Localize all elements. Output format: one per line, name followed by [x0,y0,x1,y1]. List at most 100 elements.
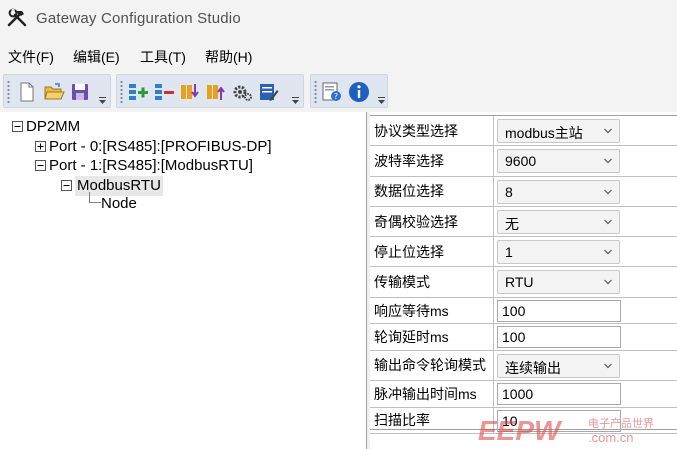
property-label: 停止位选择 [374,243,444,260]
pulse-time-input[interactable]: 1000 [497,383,621,406]
document-help-icon[interactable]: ? [320,80,344,104]
column-divider [493,206,494,237]
poll-delay-input[interactable]: 100 [497,326,621,349]
column-divider [493,267,494,297]
property-row-pulse-time: 脉冲输出时间ms 1000 [370,381,677,408]
toolbar-area: ? [0,72,677,112]
chevron-down-icon [604,363,612,369]
transmission-mode-select[interactable]: RTU [497,270,620,295]
toolstrip-grip[interactable] [120,80,123,104]
menu-edit[interactable]: 编辑(E) [73,47,120,67]
databits-select[interactable]: 8 [497,179,620,204]
property-label: 响应等待ms [374,302,449,319]
property-row-parity: 奇偶校验选择 无 [370,206,677,238]
tree-node-root[interactable]: DP2MM [26,117,80,137]
input-value: 100 [502,302,526,319]
property-grid: 协议类型选择 modbus主站 波特率选择 9600 数据位选择 8 奇偶校验选… [370,112,677,449]
select-value: 连续输出 [505,359,561,376]
tree-connector-line [89,192,101,203]
column-divider [493,237,494,267]
eepw-watermark-logo: EEPW 电子产品世界 .com.cn [478,415,654,446]
column-divider [493,146,494,176]
chevron-down-icon [604,128,612,134]
stopbits-select[interactable]: 1 [497,240,620,265]
collapse-toggle-icon[interactable] [35,160,46,171]
select-value: 无 [505,215,519,232]
select-value: 9600 [505,153,537,170]
device-tree: DP2MM Port - 0:[RS485]:[PROFIBUS-DP] Por… [0,112,366,449]
output-poll-mode-select[interactable]: 连续输出 [497,353,620,378]
property-label: 波特率选择 [374,152,444,169]
property-row-response-wait: 响应等待ms 100 [370,297,677,325]
open-folder-icon[interactable] [42,80,66,104]
svg-text:EEPW: EEPW [478,415,563,446]
svg-text:.com.cn: .com.cn [588,430,634,445]
tree-node-port0[interactable]: Port - 0:[RS485]:[PROFIBUS-DP] [49,137,272,157]
input-value: 100 [502,329,526,346]
select-value: 8 [505,183,513,200]
file-toolstrip [3,74,111,108]
tree-node-node[interactable]: Node [101,194,137,214]
toolstrip-grip[interactable] [7,80,10,104]
property-label: 轮询延时ms [374,329,449,346]
property-label: 输出命令轮询模式 [374,357,486,374]
chevron-down-icon [604,189,612,194]
property-row-output-poll-mode: 输出命令轮询模式 连续输出 [370,350,677,382]
select-value: modbus主站 [505,125,583,141]
select-value: RTU [505,274,534,291]
menu-help[interactable]: 帮助(H) [205,47,252,67]
property-label: 数据位选择 [374,183,444,200]
parity-select[interactable]: 无 [497,209,620,234]
edit-config-icon[interactable] [256,80,280,104]
property-rows: 协议类型选择 modbus主站 波特率选择 9600 数据位选择 8 奇偶校验选… [370,115,677,435]
column-divider [493,381,494,407]
property-label: 脉冲输出时间ms [374,385,477,402]
property-label: 协议类型选择 [374,122,458,139]
chevron-down-icon [604,219,612,225]
property-label: 传输模式 [374,274,430,291]
column-divider [493,176,494,206]
expand-toggle-icon[interactable] [35,141,46,152]
new-file-icon[interactable] [15,80,39,104]
menu-tools[interactable]: 工具(T) [140,47,186,67]
property-row-databits: 数据位选择 8 [370,176,677,207]
help-toolstrip: ? [310,74,388,108]
chevron-down-icon [604,280,612,285]
toolbar-overflow-icon[interactable] [377,97,386,105]
toolbar-overflow-icon[interactable] [291,97,300,105]
protocol-select[interactable]: modbus主站 [497,119,620,143]
property-row-poll-delay: 轮询延时ms 100 [370,324,677,351]
tree-node-port1[interactable]: Port - 1:[RS485]:[ModbusRTU] [49,156,253,176]
baudrate-select[interactable]: 9600 [497,149,620,174]
info-icon[interactable] [347,80,371,104]
property-label: 奇偶校验选择 [374,213,458,230]
remove-device-icon[interactable] [152,80,176,104]
menu-bar: 文件(F) 编辑(E) 工具(T) 帮助(H) [0,38,677,72]
tools-hammer-wrench-icon [7,8,27,27]
property-row-transmode: 传输模式 RTU [370,267,677,298]
chevron-down-icon [604,158,612,164]
property-label: 扫描比率 [374,412,430,429]
title-bar: Gateway Configuration Studio [0,0,677,38]
svg-text:电子产品世界: 电子产品世界 [588,416,654,430]
toolstrip-grip[interactable] [314,80,317,104]
column-divider [493,350,494,381]
add-device-icon[interactable] [126,80,150,104]
window-title: Gateway Configuration Studio [36,10,241,27]
response-wait-input[interactable]: 100 [497,299,621,322]
property-row-protocol: 协议类型选择 modbus主站 [370,116,677,147]
property-row-baudrate: 波特率选择 9600 [370,146,677,177]
device-toolstrip [116,74,304,108]
toolbar-overflow-icon[interactable] [98,97,107,105]
save-icon[interactable] [68,80,92,104]
menu-file[interactable]: 文件(F) [8,47,54,67]
svg-text:?: ? [334,92,338,101]
collapse-toggle-icon[interactable] [61,180,72,191]
settings-gear-icon[interactable] [230,80,254,104]
collapse-toggle-icon[interactable] [12,121,23,132]
chevron-down-icon [604,249,612,255]
download-icon[interactable] [178,80,202,104]
column-divider [493,297,494,324]
upload-icon[interactable] [204,80,228,104]
column-divider [493,116,494,146]
